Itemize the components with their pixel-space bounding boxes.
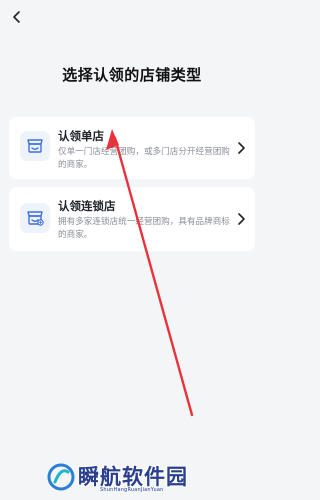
watermark-subtext: ShunHangRuanJianYuan	[100, 487, 164, 493]
annotation-arrow	[106, 129, 194, 417]
watermark-logo	[47, 463, 75, 491]
